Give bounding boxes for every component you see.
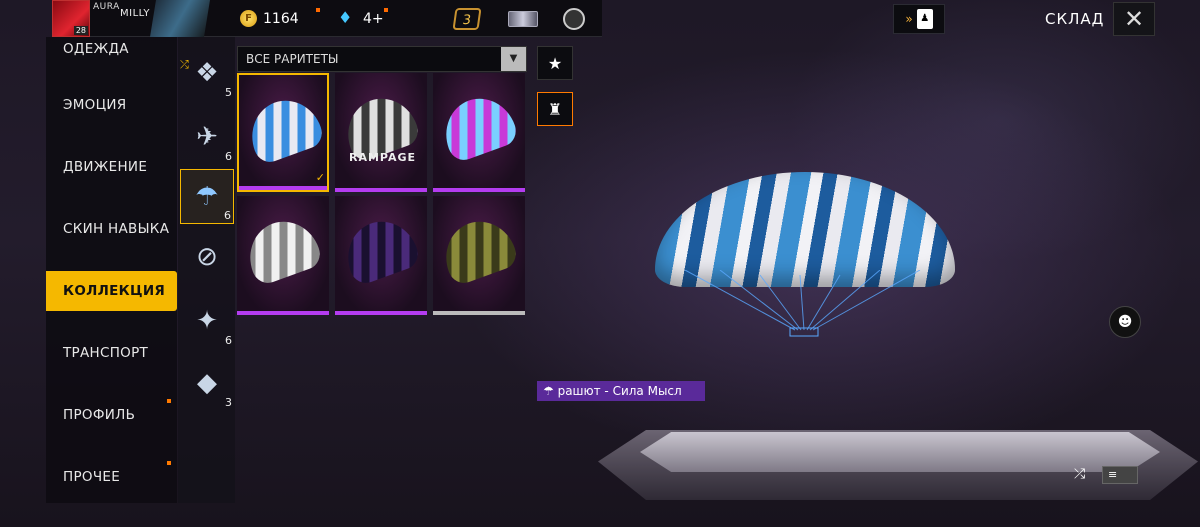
character-toggle-button[interactable]: ☻ [1109, 306, 1141, 338]
rarity-bar [433, 188, 525, 192]
parachute-thumbnail [435, 211, 521, 288]
grid-item-parachute-rampage[interactable]: RAMPAGE [335, 73, 427, 192]
mannequin-icon: ♜ [547, 99, 563, 119]
grid-item-parachute-silver[interactable] [237, 196, 329, 315]
rarity-bar [239, 186, 327, 190]
showcase-button[interactable]: » ♟ [893, 4, 945, 34]
grid-item-parachute-olive[interactable] [433, 196, 525, 315]
menu-item-label: КОЛЛЕКЦИЯ [63, 283, 166, 299]
notification-dot [384, 8, 388, 12]
item-tag: RAMPAGE [349, 151, 417, 164]
diamond-icon: ♦ [338, 8, 353, 27]
menu-item-4[interactable]: КОЛЛЕКЦИЯ [46, 271, 177, 311]
elite-pass-icon[interactable] [508, 11, 538, 27]
item-name-label: ☂ рашют - Сила Мысл [537, 381, 705, 401]
character-icon: ☻ [1117, 314, 1133, 330]
close-icon: ✕ [1123, 5, 1145, 33]
menu-item-label: ЭМОЦИЯ [63, 97, 127, 113]
menu-item-6[interactable]: ПРОФИЛЬ [46, 395, 177, 435]
rarity-bar [335, 311, 427, 315]
parachute-thumbnail [435, 88, 521, 165]
grid-item-parachute-neon[interactable] [433, 73, 525, 192]
category-backpack[interactable]: ❖ ⤮ 5 [180, 45, 234, 100]
parachute-thumbnail [241, 90, 327, 167]
player-name-secondary: MILLY [120, 8, 150, 19]
shuffle-icon: ⤮ [180, 58, 189, 71]
chevron-down-icon[interactable]: ▼ [501, 47, 526, 71]
star-icon: ★ [547, 53, 563, 73]
notification-dot [167, 399, 171, 403]
close-button[interactable]: ✕ [1113, 2, 1155, 36]
gold-coin-icon: F [240, 10, 257, 27]
rarity-filter-label: ВСЕ РАРИТЕТЫ [246, 52, 339, 66]
skyboard-icon: ⊘ [196, 241, 218, 272]
rarity-filter-select[interactable]: ВСЕ РАРИТЕТЫ ▼ [237, 46, 527, 72]
character-card-icon: ♟ [916, 9, 933, 29]
parachute-thumbnail [337, 211, 423, 288]
menu-item-0[interactable]: ОДЕЖДА [46, 29, 177, 69]
rarity-bar [335, 188, 427, 192]
menu-item-label: ОДЕЖДА [63, 41, 129, 57]
rank-badge-icon[interactable]: 3 [452, 8, 482, 30]
category-parachute[interactable]: ☂ 6 [180, 169, 234, 224]
category-count: 5 [225, 86, 232, 99]
category-column: ❖ ⤮ 5 ✈ 6 ☂ 6 ⊘ ✦ 6 ◆ 3 [178, 37, 235, 503]
mannequin-button[interactable]: ♜ [537, 92, 573, 126]
menu-item-label: ПРОФИЛЬ [63, 407, 136, 423]
equipped-check-icon: ✓ [315, 171, 325, 184]
vault-icon[interactable] [563, 8, 585, 30]
grid-item-parachute-mind-power[interactable]: ✓ [237, 73, 329, 192]
category-skyboard[interactable]: ⊘ [180, 229, 234, 284]
item-name: рашют - Сила Мысл [557, 384, 682, 398]
backpack-icon: ❖ [195, 57, 219, 88]
parachute-icon: ☂ [195, 181, 219, 212]
menu-item-3[interactable]: СКИН НАВЫКА [46, 209, 177, 249]
grid-item-parachute-dark-purple[interactable] [335, 196, 427, 315]
favorite-button[interactable]: ★ [537, 46, 573, 80]
menu-item-label: ТРАНСПОРТ [63, 345, 149, 361]
category-count: 3 [225, 396, 232, 409]
page-title: СКЛАД [1045, 10, 1105, 28]
list-icon: ≡ [1108, 468, 1118, 481]
category-count: 6 [224, 209, 231, 222]
parachute-thumbnail [239, 211, 325, 288]
diamond-amount[interactable]: 4+ [363, 11, 384, 27]
list-toggle-button[interactable]: ≡ [1102, 466, 1138, 484]
player-name: AURA [93, 2, 120, 12]
banner-icon: ◆ [197, 367, 217, 398]
category-count: 6 [225, 150, 232, 163]
category-weapon-charm[interactable]: ✦ 6 [180, 293, 234, 348]
notification-dot [316, 8, 320, 12]
menu-item-7[interactable]: ПРОЧЕЕ [46, 457, 177, 497]
weapon-charm-icon: ✦ [196, 305, 218, 336]
glider-icon: ✈ [196, 121, 218, 152]
menu-item-5[interactable]: ТРАНСПОРТ [46, 333, 177, 373]
menu-item-2[interactable]: ДВИЖЕНИЕ [46, 147, 177, 187]
gold-amount: 1164 [263, 11, 299, 27]
category-banner[interactable]: ◆ 3 [180, 355, 234, 410]
rarity-bar [237, 311, 329, 315]
parachute-icon: ☂ [543, 384, 558, 398]
menu-item-label: ПРОЧЕЕ [63, 469, 121, 485]
rarity-bar [433, 311, 525, 315]
double-chevron-icon: » [905, 12, 913, 26]
category-count: 6 [225, 334, 232, 347]
category-glider[interactable]: ✈ 6 [180, 109, 234, 164]
menu-item-label: ДВИЖЕНИЕ [63, 159, 148, 175]
parachute-lines [684, 270, 921, 337]
menu-item-1[interactable]: ЭМОЦИЯ [46, 85, 177, 125]
notification-dot [167, 461, 171, 465]
menu-item-label: СКИН НАВЫКА [63, 221, 170, 237]
shuffle-icon[interactable]: ⤮ [1074, 466, 1085, 482]
left-menu: ОДЕЖДА ЭМОЦИЯ ДВИЖЕНИЕ СКИН НАВЫКА КОЛЛЕКЦИЯ… [46, 37, 177, 503]
